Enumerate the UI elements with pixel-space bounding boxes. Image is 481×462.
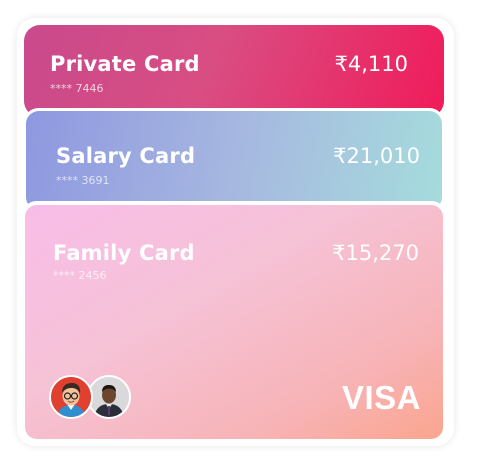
card-members (49, 375, 139, 423)
card-name: Private Card (50, 52, 200, 76)
visa-logo: VISA (341, 379, 421, 416)
private-card[interactable]: Private Card **** 7446 ₹4,110 (24, 25, 444, 117)
avatar-man-photo[interactable] (87, 375, 131, 419)
card-balance: ₹21,010 (333, 144, 420, 168)
man-photo-avatar-icon (89, 377, 129, 417)
card-masked-number: **** 2456 (53, 269, 107, 282)
cartoon-man-avatar-icon (51, 377, 91, 417)
card-masked-number: **** 7446 (50, 82, 104, 95)
card-name: Salary Card (56, 144, 196, 168)
card-masked-number: **** 3691 (56, 174, 110, 187)
card-balance: ₹15,270 (332, 241, 419, 265)
card-balance: ₹4,110 (334, 52, 408, 76)
card-name: Family Card (53, 241, 195, 265)
avatar-cartoon-man[interactable] (49, 375, 93, 419)
salary-card[interactable]: Salary Card **** 3691 ₹21,010 (23, 108, 445, 213)
family-card[interactable]: Family Card **** 2456 ₹15,270 VISA (21, 201, 447, 443)
